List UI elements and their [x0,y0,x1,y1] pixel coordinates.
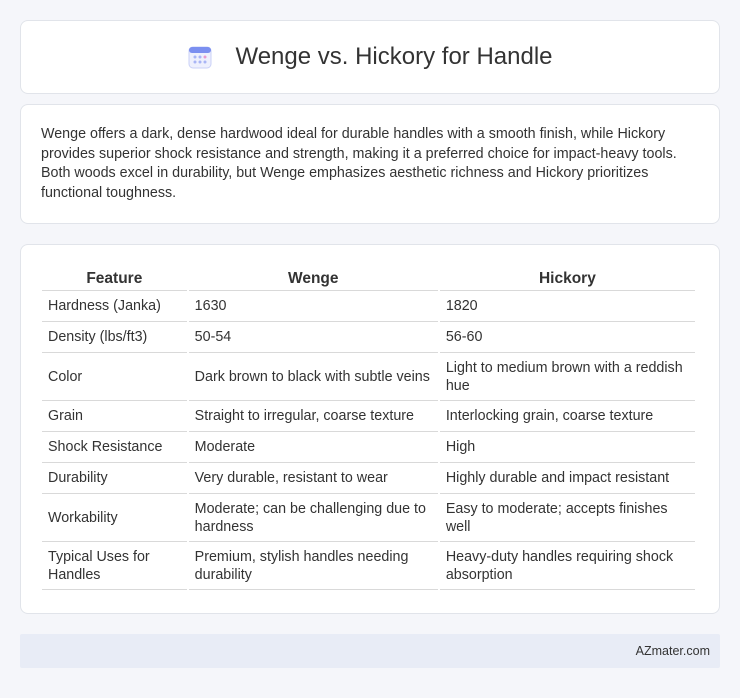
table-row: Color Dark brown to black with subtle ve… [42,353,695,401]
feature-cell: Workability [42,494,187,542]
feature-cell: Shock Resistance [42,432,187,463]
wenge-cell: Moderate; can be challenging due to hard… [188,494,438,542]
comparison-table: Feature Wenge Hickory Hardness (Janka) 1… [40,265,697,590]
wenge-cell: Dark brown to black with subtle veins [188,353,438,401]
summary-text: Wenge offers a dark, dense hardwood idea… [41,126,677,201]
wenge-cell: Premium, stylish handles needing durabil… [188,542,438,590]
wenge-cell: Moderate [188,432,438,463]
table-row: Hardness (Janka) 1630 1820 [42,291,695,322]
table-row: Density (lbs/ft3) 50-54 56-60 [42,322,695,353]
feature-cell: Color [42,353,187,401]
hickory-cell: Easy to moderate; accepts finishes well [439,494,695,542]
feature-cell: Grain [42,401,187,432]
hickory-cell: Heavy-duty handles requiring shock absor… [439,542,695,590]
table-row: Shock Resistance Moderate High [42,432,695,463]
hickory-cell: High [439,432,695,463]
table-row: Typical Uses for Handles Premium, stylis… [42,542,695,590]
feature-cell: Durability [42,463,187,494]
table-row: Workability Moderate; can be challenging… [42,494,695,542]
page-title: Wenge vs. Hickory for Handle [235,43,553,70]
table-row: Durability Very durable, resistant to we… [42,463,695,494]
footer-site-link[interactable]: AZmater.com [636,644,710,658]
calendar-icon [187,44,213,70]
comparison-table-card: Feature Wenge Hickory Hardness (Janka) 1… [20,244,720,614]
feature-cell: Typical Uses for Handles [42,542,187,590]
table-header-row: Feature Wenge Hickory [42,265,695,291]
feature-cell: Hardness (Janka) [42,291,187,322]
hickory-cell: 1820 [439,291,695,322]
header-feature: Feature [42,265,187,291]
table-row: Grain Straight to irregular, coarse text… [42,401,695,432]
title-card: Wenge vs. Hickory for Handle [20,20,720,94]
wenge-cell: 1630 [188,291,438,322]
feature-cell: Density (lbs/ft3) [42,322,187,353]
header-hickory: Hickory [439,265,695,291]
hickory-cell: Interlocking grain, coarse texture [439,401,695,432]
wenge-cell: Straight to irregular, coarse texture [188,401,438,432]
summary-card: Wenge offers a dark, dense hardwood idea… [20,104,720,224]
hickory-cell: Light to medium brown with a reddish hue [439,353,695,401]
hickory-cell: Highly durable and impact resistant [439,463,695,494]
header-wenge: Wenge [188,265,438,291]
footer: AZmater.com [20,634,720,668]
wenge-cell: 50-54 [188,322,438,353]
hickory-cell: 56-60 [439,322,695,353]
wenge-cell: Very durable, resistant to wear [188,463,438,494]
